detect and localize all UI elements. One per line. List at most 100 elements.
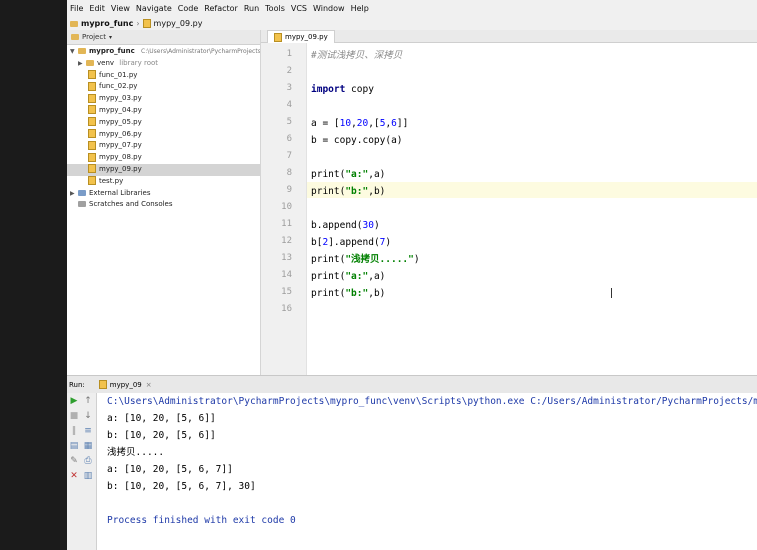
python-file-icon bbox=[88, 176, 96, 186]
code-number: 30 bbox=[362, 220, 374, 231]
folder-icon bbox=[78, 48, 86, 54]
code-text: ,b) bbox=[368, 288, 386, 299]
tree-file[interactable]: mypy_03.py bbox=[67, 93, 260, 105]
code-comment: #测试浅拷贝、深拷贝 bbox=[311, 50, 403, 61]
chevron-down-icon[interactable]: ▾ bbox=[109, 34, 112, 41]
menu-refactor[interactable]: Refactor bbox=[201, 4, 241, 13]
tree-file[interactable]: func_02.py bbox=[67, 81, 260, 93]
python-file-icon bbox=[88, 152, 96, 162]
collapse-arrow-icon[interactable]: ▶ bbox=[70, 188, 78, 200]
console-output-line: a: [10, 20, [5, 6, 7]] bbox=[107, 464, 233, 475]
external-libraries-label: External Libraries bbox=[89, 188, 151, 197]
pin-icon[interactable]: ✎ bbox=[69, 456, 79, 466]
menu-edit[interactable]: Edit bbox=[86, 4, 108, 13]
scroll-down-icon[interactable]: ↓ bbox=[83, 411, 93, 421]
project-panel-header: Project ▾ bbox=[67, 30, 260, 45]
menu-navigate[interactable]: Navigate bbox=[133, 4, 175, 13]
file-label: mypy_08.py bbox=[99, 153, 142, 162]
chevron-right-icon: › bbox=[136, 19, 140, 28]
pause-icon[interactable]: ‖ bbox=[69, 426, 79, 436]
folder-icon bbox=[70, 20, 78, 27]
tree-file[interactable]: mypy_06.py bbox=[67, 129, 260, 141]
tree-file[interactable]: mypy_07.py bbox=[67, 140, 260, 152]
run-console[interactable]: C:\Users\Administrator\PycharmProjects\m… bbox=[97, 393, 757, 550]
code-text: print( bbox=[311, 186, 346, 197]
python-file-icon bbox=[88, 140, 96, 150]
breadcrumb: mypro_func › mypy_09.py bbox=[67, 17, 757, 30]
python-file-icon bbox=[88, 70, 96, 80]
code-area[interactable]: #测试浅拷贝、深拷贝 import copy a = [10,20,[5,6]]… bbox=[311, 43, 757, 375]
line-number: 9 bbox=[286, 185, 292, 195]
code-text: print( bbox=[311, 288, 346, 299]
scroll-to-end-icon[interactable]: ▦ bbox=[83, 441, 93, 451]
close-icon[interactable]: × bbox=[146, 381, 152, 389]
project-panel-title[interactable]: Project bbox=[82, 33, 106, 41]
scratches-icon bbox=[78, 201, 86, 208]
project-tree: ▼ mypro_func C:\Users\Administrator\Pycha… bbox=[67, 45, 263, 211]
folder-icon bbox=[86, 59, 94, 66]
code-editor[interactable]: mypy_09.py 1 2 3 4 5 6 7 8 9 10 11 12 13… bbox=[260, 30, 757, 375]
run-tab-label: mypy_09 bbox=[109, 380, 142, 389]
console-finished-line: Process finished with exit code 0 bbox=[107, 515, 296, 526]
console-output-line: 浅拷贝..... bbox=[107, 447, 165, 458]
line-number: 10 bbox=[281, 202, 292, 212]
code-text: ) bbox=[373, 220, 380, 231]
keyword-import: import bbox=[311, 84, 346, 95]
code-line-14: print("a:",a) bbox=[311, 269, 385, 285]
venv-note: library root bbox=[119, 58, 159, 67]
python-file-icon bbox=[142, 19, 151, 28]
breadcrumb-project[interactable]: mypro_func bbox=[81, 19, 133, 28]
editor-tab[interactable]: mypy_09.py bbox=[267, 30, 335, 43]
run-tab[interactable]: mypy_09 × bbox=[95, 380, 156, 389]
tree-scratches[interactable]: Scratches and Consoles bbox=[67, 199, 260, 211]
print-icon[interactable]: ⎙ bbox=[83, 456, 93, 466]
tree-file[interactable]: mypy_05.py bbox=[67, 117, 260, 129]
code-text: ]] bbox=[396, 118, 409, 129]
layout-icon[interactable]: ▤ bbox=[69, 441, 79, 451]
menu-file[interactable]: File bbox=[67, 4, 86, 13]
text-cursor-icon bbox=[611, 288, 614, 298]
python-file-icon bbox=[88, 117, 96, 127]
breadcrumb-file[interactable]: mypy_09.py bbox=[154, 19, 203, 28]
tree-venv[interactable]: ▶ venv library root bbox=[67, 58, 260, 70]
menu-help[interactable]: Help bbox=[348, 4, 372, 13]
close-run-icon[interactable]: ✕ bbox=[69, 471, 79, 481]
python-file-icon bbox=[88, 129, 96, 139]
menu-window[interactable]: Window bbox=[310, 4, 348, 13]
file-label: test.py bbox=[99, 176, 124, 185]
scroll-up-icon[interactable]: ↑ bbox=[83, 396, 93, 406]
line-number: 4 bbox=[286, 100, 292, 110]
code-text: copy bbox=[345, 84, 374, 95]
stop-icon[interactable]: ■ bbox=[69, 411, 79, 421]
tree-root[interactable]: ▼ mypro_func C:\Users\Administrator\Pycha… bbox=[67, 46, 263, 58]
tree-external-libraries[interactable]: ▶ External Libraries bbox=[67, 188, 260, 200]
code-text: ].append( bbox=[328, 237, 380, 248]
file-label: mypy_06.py bbox=[99, 129, 142, 138]
menu-run[interactable]: Run bbox=[241, 4, 262, 13]
file-label: mypy_09.py bbox=[99, 164, 142, 173]
tree-file[interactable]: test.py bbox=[67, 176, 260, 188]
code-string: "浅拷贝....." bbox=[345, 254, 414, 265]
collapse-arrow-icon[interactable]: ▶ bbox=[78, 58, 86, 70]
file-label: func_02.py bbox=[99, 82, 138, 91]
code-text: print( bbox=[311, 169, 346, 180]
line-number: 14 bbox=[281, 270, 292, 280]
menu-vcs[interactable]: VCS bbox=[288, 4, 310, 13]
code-line-8: print("a:",a) bbox=[311, 167, 385, 183]
tree-file[interactable]: mypy_04.py bbox=[67, 105, 260, 117]
tree-file-selected[interactable]: mypy_09.py bbox=[67, 163, 260, 176]
menu-tools[interactable]: Tools bbox=[262, 4, 288, 13]
console-command-line[interactable]: C:\Users\Administrator\PycharmProjects\m… bbox=[107, 395, 757, 409]
tree-file[interactable]: mypy_08.py bbox=[67, 152, 260, 164]
code-line-15: print("b:",b) bbox=[311, 286, 385, 302]
code-text: ) bbox=[385, 237, 392, 248]
soft-wrap-icon[interactable]: ≡ bbox=[83, 426, 93, 436]
menu-view[interactable]: View bbox=[108, 4, 133, 13]
expand-arrow-icon[interactable]: ▼ bbox=[70, 46, 78, 58]
trash-icon[interactable]: ▥ bbox=[83, 471, 93, 481]
code-string: "a:" bbox=[345, 169, 369, 180]
menu-code[interactable]: Code bbox=[175, 4, 201, 13]
line-number: 13 bbox=[281, 253, 292, 263]
tree-file[interactable]: func_01.py bbox=[67, 70, 260, 82]
rerun-icon[interactable]: ▶ bbox=[69, 396, 79, 406]
